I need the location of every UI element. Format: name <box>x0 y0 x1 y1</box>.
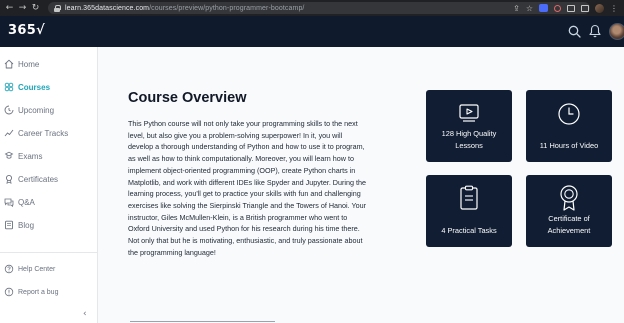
card-label-line1: 11 Hours of Video <box>539 141 599 150</box>
sidebar-item-certificates[interactable]: Certificates <box>0 169 97 189</box>
sidebar-item-label: Upcoming <box>18 105 55 115</box>
card-label-line1: Certificate of <box>548 214 590 223</box>
courses-icon <box>4 82 14 92</box>
lock-icon <box>54 4 61 12</box>
card-label-line1: 4 Practical Tasks <box>441 226 497 235</box>
address-bar[interactable]: learn.365datascience.com/courses/preview… <box>48 2 590 14</box>
sidebar-item-label: Exams <box>18 151 43 161</box>
sidebar-item-career-tracks[interactable]: Career Tracks <box>0 123 97 143</box>
collapse-sidebar-button[interactable]: ‹ <box>83 309 87 319</box>
browser-toolbar: ← → ↻ learn.365datascience.com/courses/p… <box>0 0 624 16</box>
card-label-line2: Achievement <box>547 226 591 235</box>
sidebar-item-courses[interactable]: Courses <box>0 77 97 97</box>
site-logo[interactable]: 365√ <box>8 23 45 38</box>
browser-profile-avatar[interactable] <box>595 3 604 13</box>
upcoming-icon <box>4 105 14 115</box>
stat-card-hours: 11 Hours of Video <box>526 90 612 162</box>
home-icon <box>4 59 14 69</box>
sidebar-item-label: Report a bug <box>18 288 59 296</box>
sidebar-item-help-center[interactable]: Help Center <box>0 259 97 279</box>
bookmark-star-icon[interactable]: ☆ <box>526 4 533 13</box>
bell-icon[interactable] <box>589 24 601 38</box>
video-lesson-icon <box>459 104 479 122</box>
certificates-icon <box>5 174 13 184</box>
stat-card-tasks: 4 Practical Tasks <box>426 175 512 247</box>
sidebar-item-home[interactable]: Home <box>0 54 97 74</box>
extension-record-icon[interactable] <box>554 4 561 12</box>
bug-icon <box>4 287 14 297</box>
exams-icon <box>4 151 14 159</box>
user-avatar[interactable] <box>609 23 624 40</box>
sidebar-item-report-bug[interactable]: Report a bug <box>0 282 97 302</box>
extensions-puzzle-icon[interactable] <box>567 4 575 12</box>
side-panel-icon[interactable] <box>581 4 589 12</box>
sidebar-item-label: Q&A <box>18 197 35 207</box>
stat-card-lessons: 128 High Quality Lessons <box>426 90 512 162</box>
course-description: This Python course will not only take yo… <box>128 119 366 257</box>
back-icon[interactable]: ← <box>3 0 16 16</box>
sidebar-item-label: Courses <box>18 82 51 92</box>
blog-icon <box>5 220 13 230</box>
certificate-medal-icon <box>560 185 578 211</box>
clock-icon <box>558 103 580 125</box>
sidebar-item-qa[interactable]: Q&A <box>0 192 97 212</box>
extension-icon[interactable] <box>539 4 548 12</box>
sidebar-item-label: Help Center <box>18 265 56 273</box>
app-header: 365√ <box>0 16 624 47</box>
sidebar-item-label: Career Tracks <box>18 128 69 138</box>
divider <box>130 321 275 322</box>
qa-icon <box>4 198 14 207</box>
sidebar-item-label: Home <box>18 59 40 69</box>
sidebar-item-upcoming[interactable]: Upcoming <box>0 100 97 120</box>
share-icon[interactable]: ⇪ <box>513 4 520 13</box>
help-icon <box>4 264 14 274</box>
sidebar-item-blog[interactable]: Blog <box>0 215 97 235</box>
sidebar-divider <box>0 252 97 253</box>
card-label-line2: Lessons <box>455 141 483 150</box>
search-icon[interactable] <box>568 25 581 38</box>
task-clipboard-icon <box>460 185 478 210</box>
forward-icon[interactable]: → <box>16 0 29 16</box>
card-label-line1: 128 High Quality <box>441 129 497 138</box>
url-text: learn.365datascience.com/courses/preview… <box>65 4 305 12</box>
page-title: Course Overview <box>128 90 247 106</box>
stat-card-certificate: Certificate of Achievement <box>526 175 612 247</box>
browser-menu-icon[interactable]: ⋮ <box>610 4 618 13</box>
sidebar-item-label: Certificates <box>18 174 59 184</box>
main-content: Course Overview This Python course will … <box>98 47 624 323</box>
sidebar-item-exams[interactable]: Exams <box>0 146 97 166</box>
sidebar: Home Courses Upcoming Career Tracks Exam… <box>0 47 98 323</box>
reload-icon[interactable]: ↻ <box>29 0 42 16</box>
sidebar-item-label: Blog <box>18 220 35 230</box>
career-tracks-icon <box>4 129 14 137</box>
